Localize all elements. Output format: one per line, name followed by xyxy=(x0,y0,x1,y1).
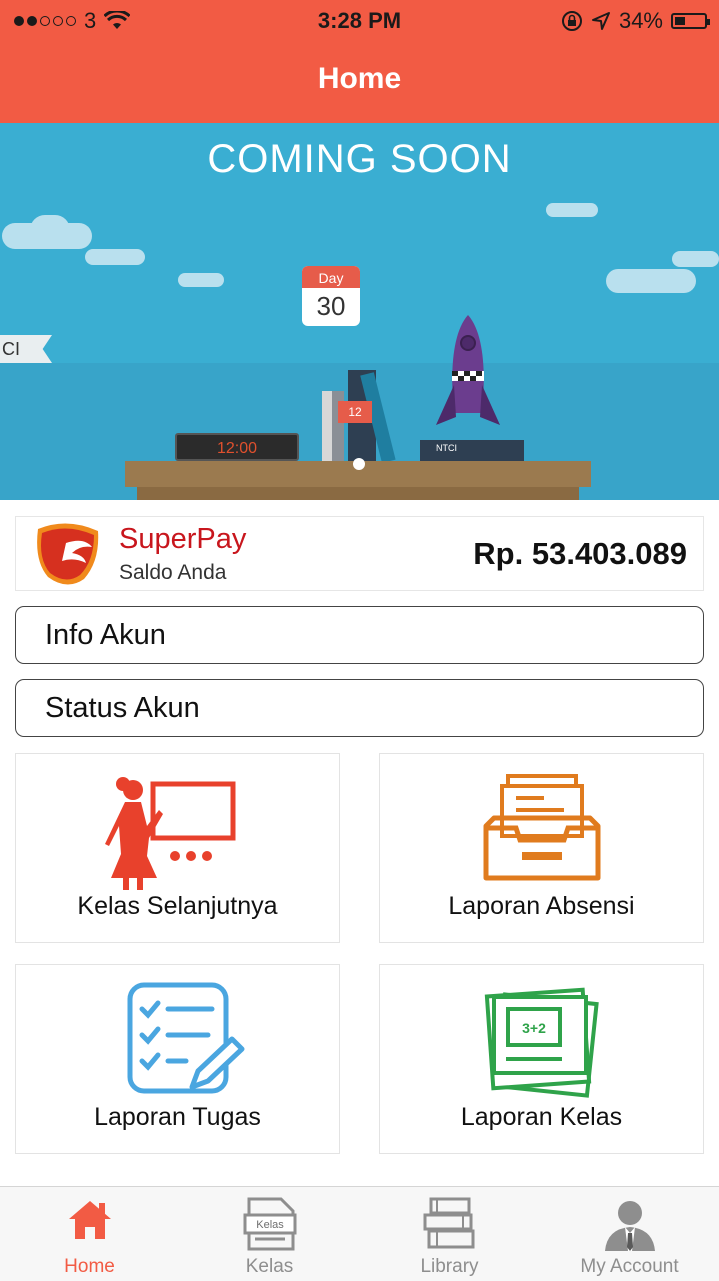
battery-percent: 34% xyxy=(618,8,663,33)
account-icon xyxy=(604,1201,655,1251)
tile-label: Laporan Tugas xyxy=(94,1103,261,1131)
tab-bar: Home Kelas Kelas Library My Account xyxy=(0,1186,719,1281)
cloud-icon xyxy=(30,215,70,245)
cloud-icon xyxy=(85,249,145,265)
laporan-tugas-tile[interactable]: Laporan Tugas xyxy=(15,964,340,1154)
kelas-icon-text: Kelas xyxy=(256,1219,284,1231)
tab-label: Kelas xyxy=(245,1256,294,1277)
cloud-icon xyxy=(606,269,696,293)
superpay-subtitle: Saldo Anda xyxy=(119,561,227,584)
tab-label: Home xyxy=(64,1256,115,1277)
checklist-pencil-icon xyxy=(127,982,244,1094)
book-tag: 12 xyxy=(338,401,372,423)
cloud-icon xyxy=(672,251,719,267)
page-title: Home xyxy=(317,62,402,95)
status-akun-label: Status Akun xyxy=(45,692,200,724)
status-akun-button[interactable]: Status Akun xyxy=(15,679,704,737)
file-tray-icon xyxy=(483,774,600,881)
status-bar: 3 3:28 PM 34% xyxy=(0,0,719,40)
cloud-icon xyxy=(178,273,224,287)
kelas-selanjutnya-tile[interactable]: Kelas Selanjutnya xyxy=(15,753,340,943)
cloud-icon xyxy=(546,203,598,217)
tile-label: Laporan Absensi xyxy=(448,892,635,920)
battery-icon xyxy=(671,13,710,29)
superpay-balance-card[interactable]: SuperPay Saldo Anda Rp. 53.403.089 xyxy=(15,516,704,591)
location-arrow-icon xyxy=(591,12,610,30)
status-right-group: 34% xyxy=(561,8,710,34)
tile-label: Laporan Kelas xyxy=(460,1103,623,1131)
carousel-page-indicator[interactable] xyxy=(353,458,365,470)
orientation-lock-icon xyxy=(561,11,582,31)
kelas-icon: Kelas xyxy=(243,1197,296,1251)
home-icon xyxy=(68,1201,111,1239)
superpay-name: SuperPay xyxy=(119,523,247,555)
superpay-logo-icon xyxy=(37,523,99,585)
calendar-day: 30 xyxy=(316,291,346,321)
rocket-base-label: NTCI xyxy=(436,443,457,453)
superpay-balance: Rp. 53.403.089 xyxy=(473,536,687,571)
banner-headline: COMING SOON xyxy=(207,137,512,181)
nav-bar: Home xyxy=(0,40,719,123)
tab-label: Library xyxy=(420,1256,479,1277)
tab-my-account[interactable]: My Account xyxy=(540,1187,719,1281)
desk-clock: 12:00 xyxy=(175,433,299,461)
info-akun-label: Info Akun xyxy=(45,619,166,651)
promo-banner[interactable]: COMING SOON CI Day 30 12 NTCI 12:00 xyxy=(0,123,719,500)
laporan-kelas-tile[interactable]: 3+2 Laporan Kelas xyxy=(379,964,704,1154)
tab-kelas[interactable]: Kelas Kelas xyxy=(180,1187,359,1281)
laporan-absensi-tile[interactable]: Laporan Absensi xyxy=(379,753,704,943)
tab-library[interactable]: Library xyxy=(360,1187,539,1281)
calendar-icon: Day 30 xyxy=(302,266,360,326)
chalkboard-text: 3+2 xyxy=(522,1020,546,1036)
tab-home[interactable]: Home xyxy=(0,1187,179,1281)
info-akun-button[interactable]: Info Akun xyxy=(15,606,704,664)
library-icon xyxy=(423,1197,474,1249)
teacher-board-icon xyxy=(104,777,235,890)
desk-body xyxy=(137,487,579,500)
tile-label: Kelas Selanjutnya xyxy=(77,892,278,920)
chalkboard-icon: 3+2 xyxy=(484,987,599,1098)
tab-label: My Account xyxy=(580,1256,679,1277)
banner-flag: CI xyxy=(0,335,52,363)
calendar-label: Day xyxy=(302,266,360,288)
rocket-icon xyxy=(436,315,500,425)
